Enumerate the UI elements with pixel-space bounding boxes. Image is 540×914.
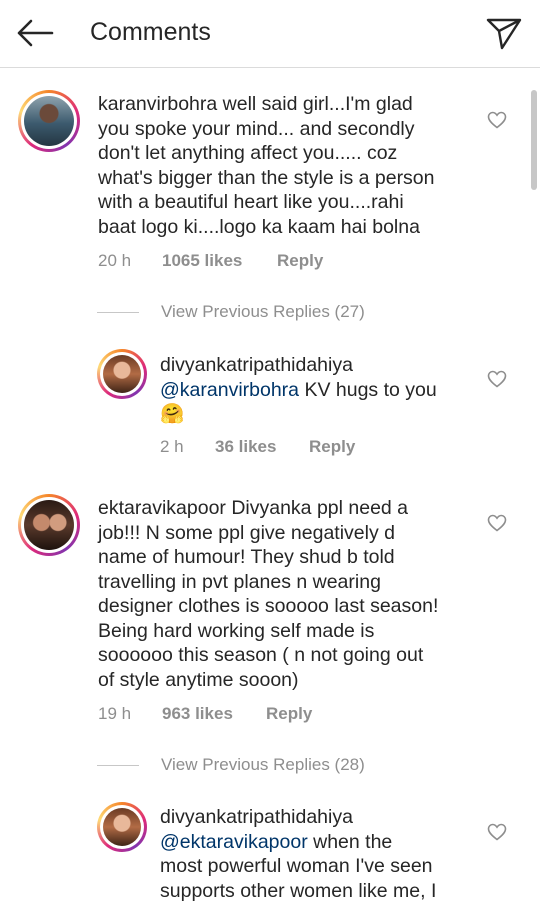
reply-username[interactable]: divyankatripathidahiya <box>160 353 500 378</box>
divider-line <box>97 765 139 767</box>
scrollbar[interactable] <box>531 90 537 190</box>
avatar[interactable] <box>97 349 147 399</box>
reply-button[interactable]: Reply <box>277 251 323 271</box>
heart-outline-icon[interactable] <box>487 823 507 841</box>
mention-link[interactable]: @ektaravikapoor <box>160 831 308 853</box>
reply-username[interactable]: divyankatripathidahiya <box>160 805 500 830</box>
reply-button[interactable]: Reply <box>266 704 312 724</box>
reply-time: 2 h <box>160 437 184 456</box>
likes-count[interactable]: 963 likes <box>162 704 233 724</box>
reply-button[interactable]: Reply <box>309 437 355 457</box>
likes-count[interactable]: 36 likes <box>215 437 276 457</box>
reply-text: divyankatripathidahiya @ektaravikapoor w… <box>160 805 500 903</box>
reply-text: divyankatripathidahiya @karanvirbohra KV… <box>160 353 500 427</box>
back-arrow-icon[interactable] <box>12 14 56 52</box>
comment-text: karanvirbohra well said girl...I'm glad … <box>98 93 435 238</box>
comment-text: ektaravikapoor Divyanka ppl need a job!!… <box>98 497 439 691</box>
likes-count[interactable]: 1065 likes <box>162 251 242 271</box>
heart-outline-icon[interactable] <box>487 514 507 532</box>
heart-outline-icon[interactable] <box>487 370 507 388</box>
header-bar: Comments <box>0 0 540 68</box>
comment-username[interactable]: karanvirbohra <box>98 93 217 115</box>
avatar[interactable] <box>18 90 80 152</box>
avatar[interactable] <box>18 494 80 556</box>
comment-time: 19 h <box>98 704 132 723</box>
mention-link[interactable]: @karanvirbohra <box>160 379 299 401</box>
comment-time: 20 h <box>98 251 132 270</box>
comment-username[interactable]: ektaravikapoor <box>98 497 226 519</box>
hugging-emoji: 🤗 <box>160 403 185 425</box>
paper-plane-icon[interactable] <box>484 12 524 52</box>
avatar[interactable] <box>97 802 147 852</box>
page-title: Comments <box>90 18 211 46</box>
divider-line <box>97 312 139 314</box>
heart-outline-icon[interactable] <box>487 111 507 129</box>
view-previous-replies[interactable]: View Previous Replies (27) <box>97 302 365 322</box>
view-previous-replies[interactable]: View Previous Replies (28) <box>97 755 365 775</box>
